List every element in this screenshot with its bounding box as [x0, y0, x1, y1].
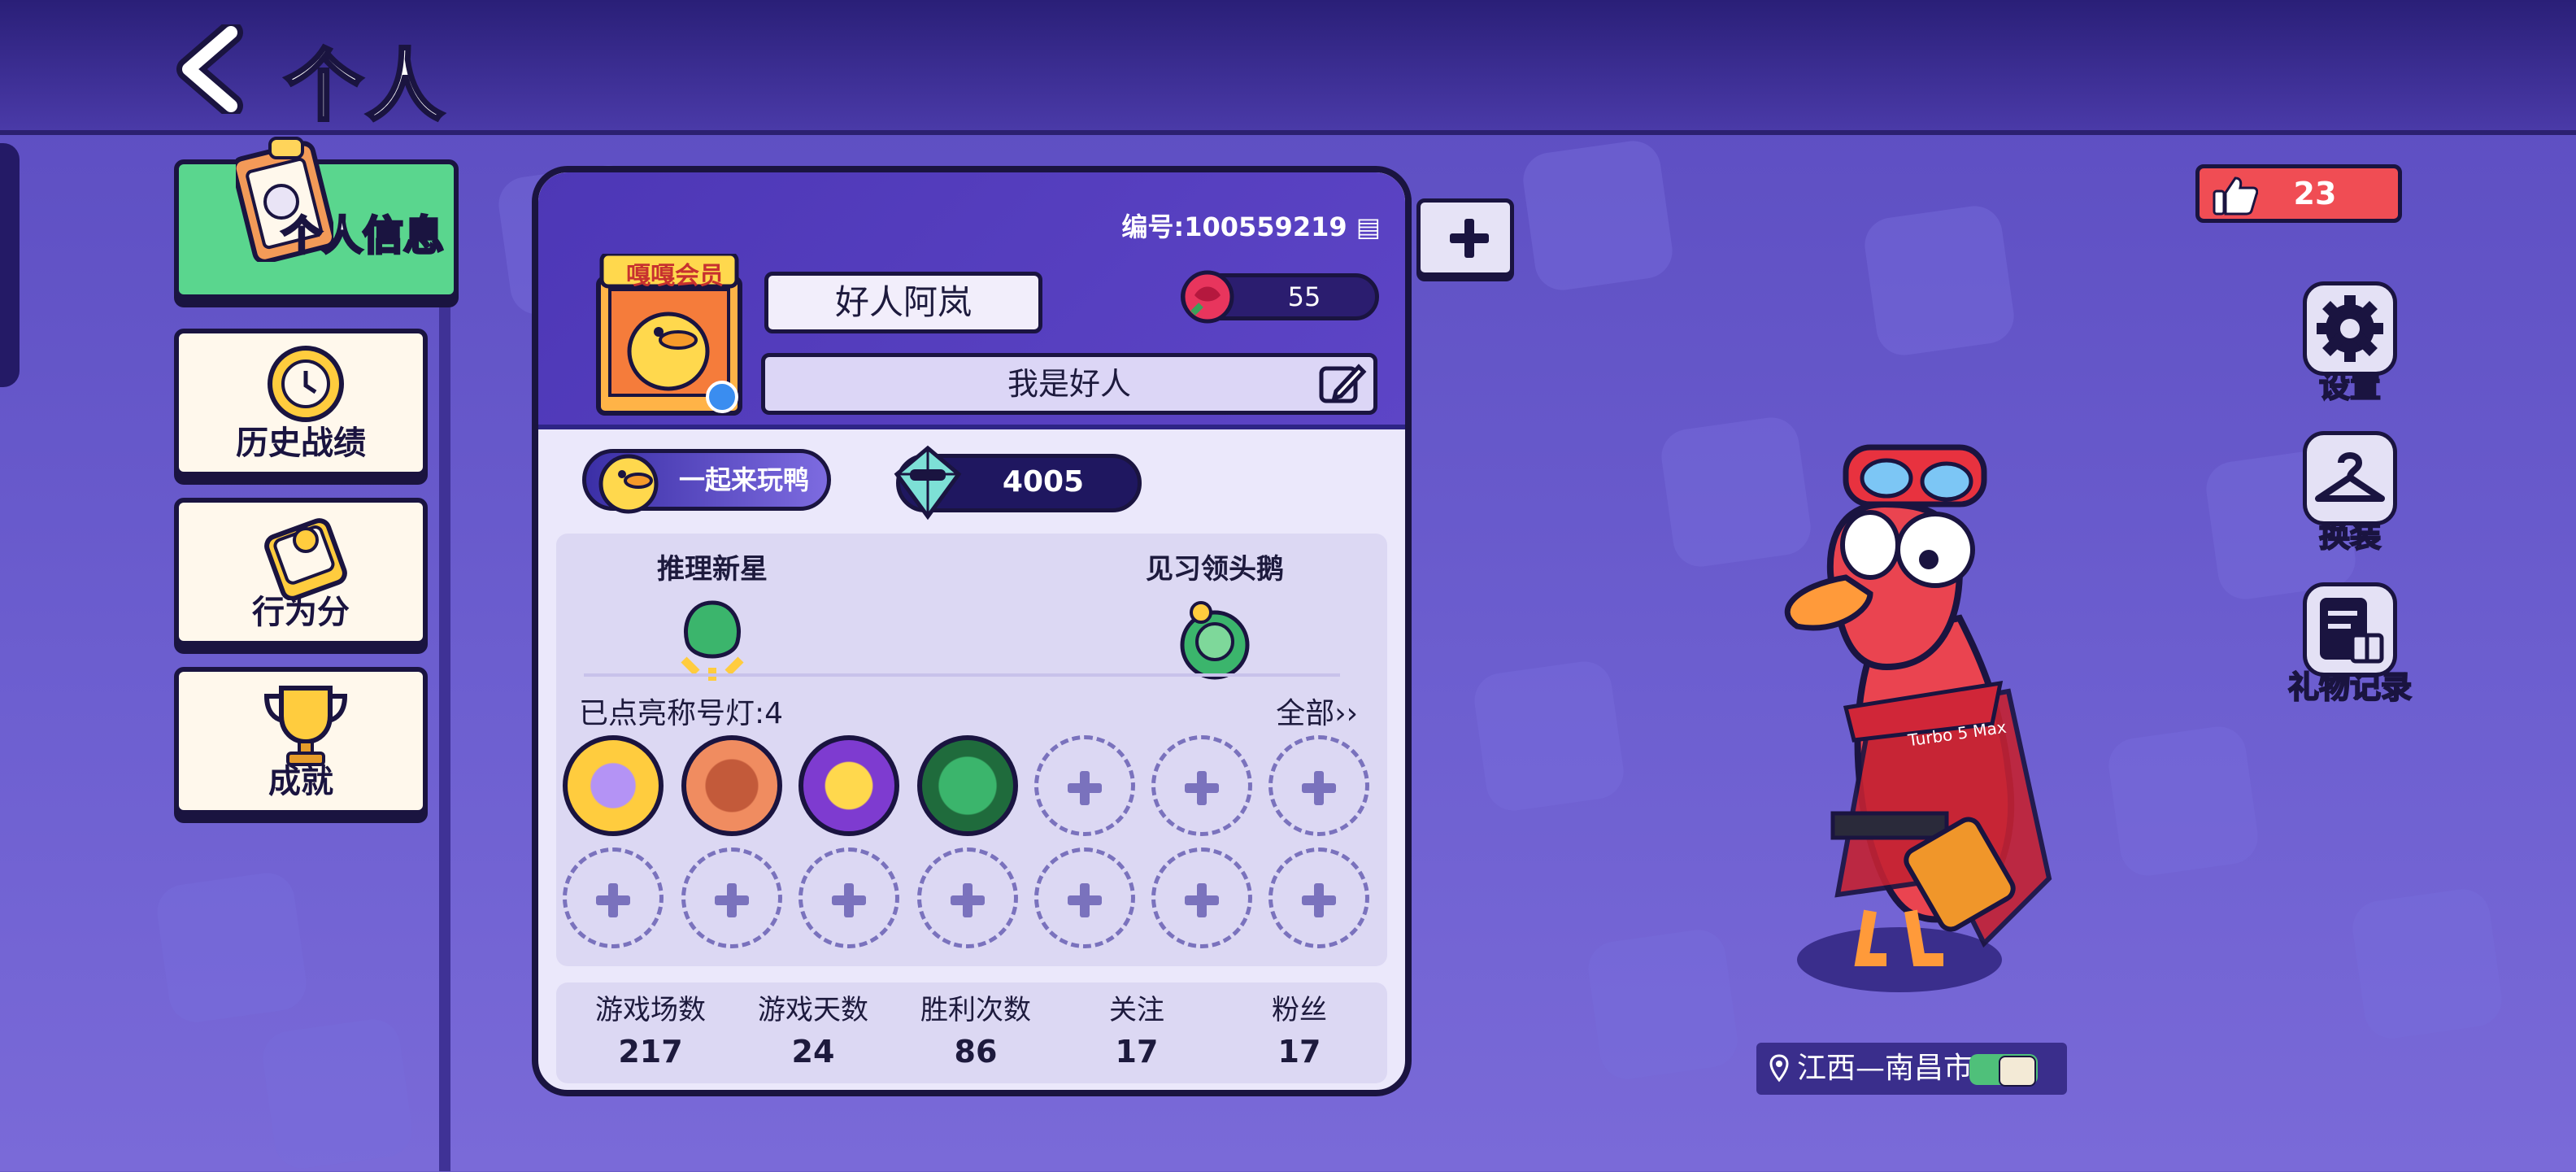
sidebar-item-profile[interactable]: 个人信息 [174, 137, 459, 299]
bg-tile [2348, 885, 2506, 1043]
flower-count[interactable]: 55 [1181, 270, 1379, 324]
tag-text: 一起来玩鸭 [678, 464, 809, 495]
title-left-label: 推理新星 [657, 553, 768, 586]
sidebar-item-label: 成就 [268, 763, 333, 800]
stat-following[interactable]: 关注 17 [1055, 987, 1218, 1070]
sidebar-item-behavior[interactable]: 行为分 [174, 498, 428, 646]
hanger-icon [2315, 452, 2385, 502]
stat-days: 游戏天数 24 [732, 987, 894, 1070]
title-lamp-empty[interactable] [1268, 735, 1369, 836]
page-title: 个人 [283, 39, 447, 133]
rose-icon [1181, 270, 1234, 324]
stat-value: 17 [1115, 1034, 1159, 1070]
gear-icon [2317, 295, 2383, 362]
nickname: 好人阿岚 [764, 272, 1042, 333]
signature-text: 我是好人 [1007, 366, 1131, 402]
title-lamp-empty[interactable] [1034, 847, 1135, 948]
title-badge-right[interactable]: 见习领头鹅 [1125, 547, 1304, 684]
stat-label: 粉丝 [1272, 994, 1327, 1026]
bg-tile [153, 869, 311, 1026]
location-toggle[interactable] [1969, 1054, 2038, 1087]
male-icon [706, 381, 738, 413]
bg-tile [1470, 657, 1628, 815]
copy-icon[interactable]: ▤ [1356, 211, 1381, 242]
title-lamp-duck[interactable] [798, 735, 899, 836]
left-edge-handle[interactable] [0, 143, 20, 387]
bg-tile [2104, 722, 2262, 880]
avatar[interactable]: 嘎嘎会员 [594, 251, 745, 416]
tag-duck-icon [598, 454, 659, 514]
stat-value: 86 [954, 1034, 998, 1070]
sidebar-item-achievement[interactable]: 成就 [174, 667, 428, 815]
title-right-label: 见习领头鹅 [1146, 553, 1284, 586]
title-lamp-compass[interactable] [563, 735, 664, 836]
medal-goose-icon [1180, 601, 1250, 680]
profile-header: 编号:100559219 ▤ 嘎嘎会员 好人阿岚 55 我是好人 [538, 172, 1405, 429]
thumbs-up-icon [2213, 176, 2258, 216]
edit-icon[interactable] [1316, 360, 1367, 407]
player-id[interactable]: 编号:100559219 ▤ [1121, 207, 1381, 244]
stat-label: 游戏场数 [595, 994, 706, 1026]
stat-value: 217 [618, 1034, 683, 1070]
location-text: 江西—南昌市 [1797, 1052, 1973, 1085]
like-button[interactable]: 23 [2195, 164, 2402, 223]
stat-label: 关注 [1109, 994, 1164, 1026]
sidebar-item-history[interactable]: 历史战绩 [174, 329, 428, 477]
stat-label: 胜利次数 [920, 994, 1031, 1026]
medal-star-icon [681, 600, 744, 681]
stat-label: 游戏天数 [758, 994, 868, 1026]
title-lamp-goose[interactable] [917, 735, 1018, 836]
sidebar-item-label: 行为分 [252, 594, 350, 631]
stat-games: 游戏场数 217 [569, 987, 732, 1070]
stat-value: 17 [1277, 1034, 1321, 1070]
title-lamp-empty[interactable] [917, 847, 1018, 948]
location-pin-icon [1769, 1054, 1789, 1083]
sidebar-item-label: 个人信息 [281, 211, 446, 261]
title-lamp-empty[interactable] [1151, 847, 1252, 948]
vip-label: 嘎嘎会员 [626, 262, 724, 290]
title-lamp-empty[interactable] [1034, 735, 1135, 836]
title-lamp-empty[interactable] [563, 847, 664, 948]
stats-bar: 游戏场数 217 游戏天数 24 胜利次数 86 关注 17 粉丝 17 [556, 982, 1387, 1083]
lit-title-count: 已点亮称号灯:4 [579, 697, 784, 730]
title-badge-left[interactable]: 推理新星 [623, 547, 802, 684]
title-lamp-empty[interactable] [681, 847, 782, 948]
panel-divider [584, 673, 1340, 677]
gift-record-icon [2320, 598, 2384, 664]
character-model[interactable]: Turbo 5 Max [1748, 423, 2122, 1009]
title-lamp-empty[interactable] [1151, 735, 1252, 836]
gift-record-button[interactable]: 礼物记录 [2285, 582, 2415, 707]
bg-tile [259, 1015, 416, 1172]
bg-tile [1519, 137, 1677, 294]
player-id-text: 编号:100559219 [1121, 211, 1347, 242]
sidebar-divider [439, 301, 450, 1171]
title-lamp-empty[interactable] [798, 847, 899, 948]
add-button[interactable] [1416, 198, 1514, 277]
chevron-left-icon [176, 20, 243, 118]
plus-icon [1447, 219, 1492, 258]
top-bar: 个人 [0, 0, 2576, 135]
signature-field[interactable]: 我是好人 [761, 353, 1377, 415]
title-lamp-shield[interactable] [681, 735, 782, 836]
flower-value: 55 [1287, 281, 1321, 312]
settings-button[interactable]: 设置 [2285, 281, 2415, 406]
stat-followers[interactable]: 粉丝 17 [1218, 987, 1381, 1070]
like-count: 23 [2293, 176, 2337, 211]
goose-character-icon [1784, 444, 2052, 992]
sidebar-item-label: 历史战绩 [236, 425, 366, 462]
outfit-button[interactable]: 换装 [2285, 431, 2415, 556]
stat-value: 24 [791, 1034, 835, 1070]
view-all-link[interactable]: 全部›› [1276, 690, 1358, 732]
gem-value: 4005 [1002, 465, 1085, 499]
gem-icon [894, 445, 962, 521]
stat-wins: 胜利次数 86 [894, 987, 1057, 1070]
profile-card: 编号:100559219 ▤ 嘎嘎会员 好人阿岚 55 我是好人 一起来玩鸭 4… [532, 166, 1412, 1096]
bg-tile [1860, 202, 2018, 359]
gem-count[interactable]: 4005 [894, 445, 1142, 521]
back-button[interactable] [174, 20, 247, 118]
bg-tile [1584, 926, 1742, 1083]
title-lamp-empty[interactable] [1268, 847, 1369, 948]
location-bar: 江西—南昌市 [1756, 1043, 2067, 1095]
player-tag[interactable]: 一起来玩鸭 [582, 449, 831, 514]
